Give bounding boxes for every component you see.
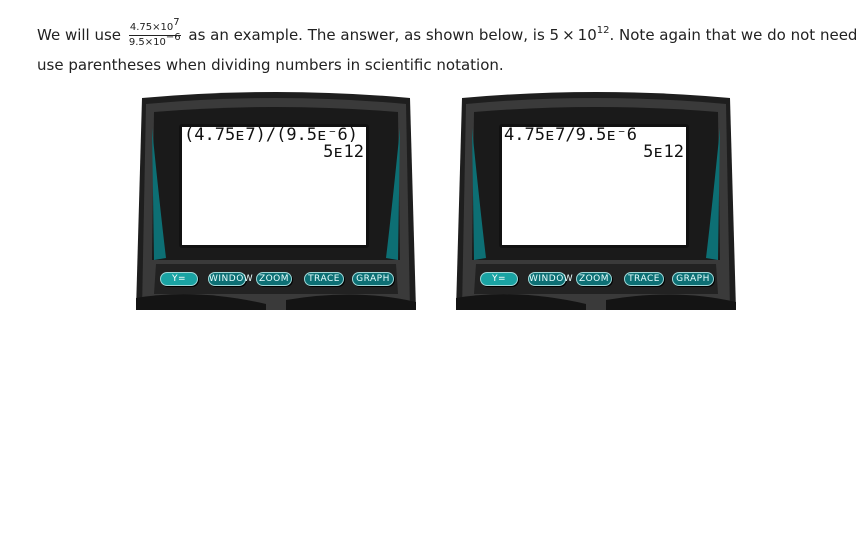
calculator-left: (4.75ᴇ7)/(9.5ᴇ⁻6) 5ᴇ12 Y= WINDOW ZOOM TR… — [136, 88, 416, 310]
y-equals-key[interactable]: Y= — [160, 272, 198, 286]
window-key[interactable]: WINDOW — [208, 272, 253, 286]
graph-key[interactable]: GRAPH — [352, 272, 394, 286]
intro-line-1: We will use 4.75×107 9.5×10−6 as an exam… — [37, 17, 856, 49]
window-key[interactable]: WINDOW — [528, 272, 573, 286]
calculator-screen: 4.75ᴇ7/9.5ᴇ⁻6 5ᴇ12 — [499, 124, 689, 248]
zoom-key[interactable]: ZOOM — [576, 272, 612, 286]
intro-suffix: . Note again that we do not need to — [609, 26, 856, 44]
graph-key[interactable]: GRAPH — [672, 272, 714, 286]
trace-key[interactable]: TRACE — [624, 272, 664, 286]
zoom-key[interactable]: ZOOM — [256, 272, 292, 286]
calculator-right: 4.75ᴇ7/9.5ᴇ⁻6 5ᴇ12 Y= WINDOW ZOOM TRACE … — [456, 88, 736, 310]
y-equals-key[interactable]: Y= — [480, 272, 518, 286]
fraction-denominator: 9.5×10−6 — [128, 31, 181, 48]
example-fraction: 4.75×107 9.5×10−6 — [128, 17, 181, 49]
trace-key[interactable]: TRACE — [304, 272, 344, 286]
function-keys: Y= WINDOW ZOOM TRACE GRAPH — [478, 272, 716, 286]
calculator-screen: (4.75ᴇ7)/(9.5ᴇ⁻6) 5ᴇ12 — [179, 124, 369, 248]
answer-exponent: 12 — [596, 25, 610, 36]
intro-prefix: We will use — [37, 26, 122, 44]
screen-result: 5ᴇ12 — [323, 142, 364, 162]
intro-line-2: use parentheses when dividing numbers in… — [37, 56, 504, 74]
function-keys: Y= WINDOW ZOOM TRACE GRAPH — [158, 272, 396, 286]
screen-result: 5ᴇ12 — [643, 142, 684, 162]
intro-middle: as an example. The answer, as shown belo… — [188, 26, 597, 44]
